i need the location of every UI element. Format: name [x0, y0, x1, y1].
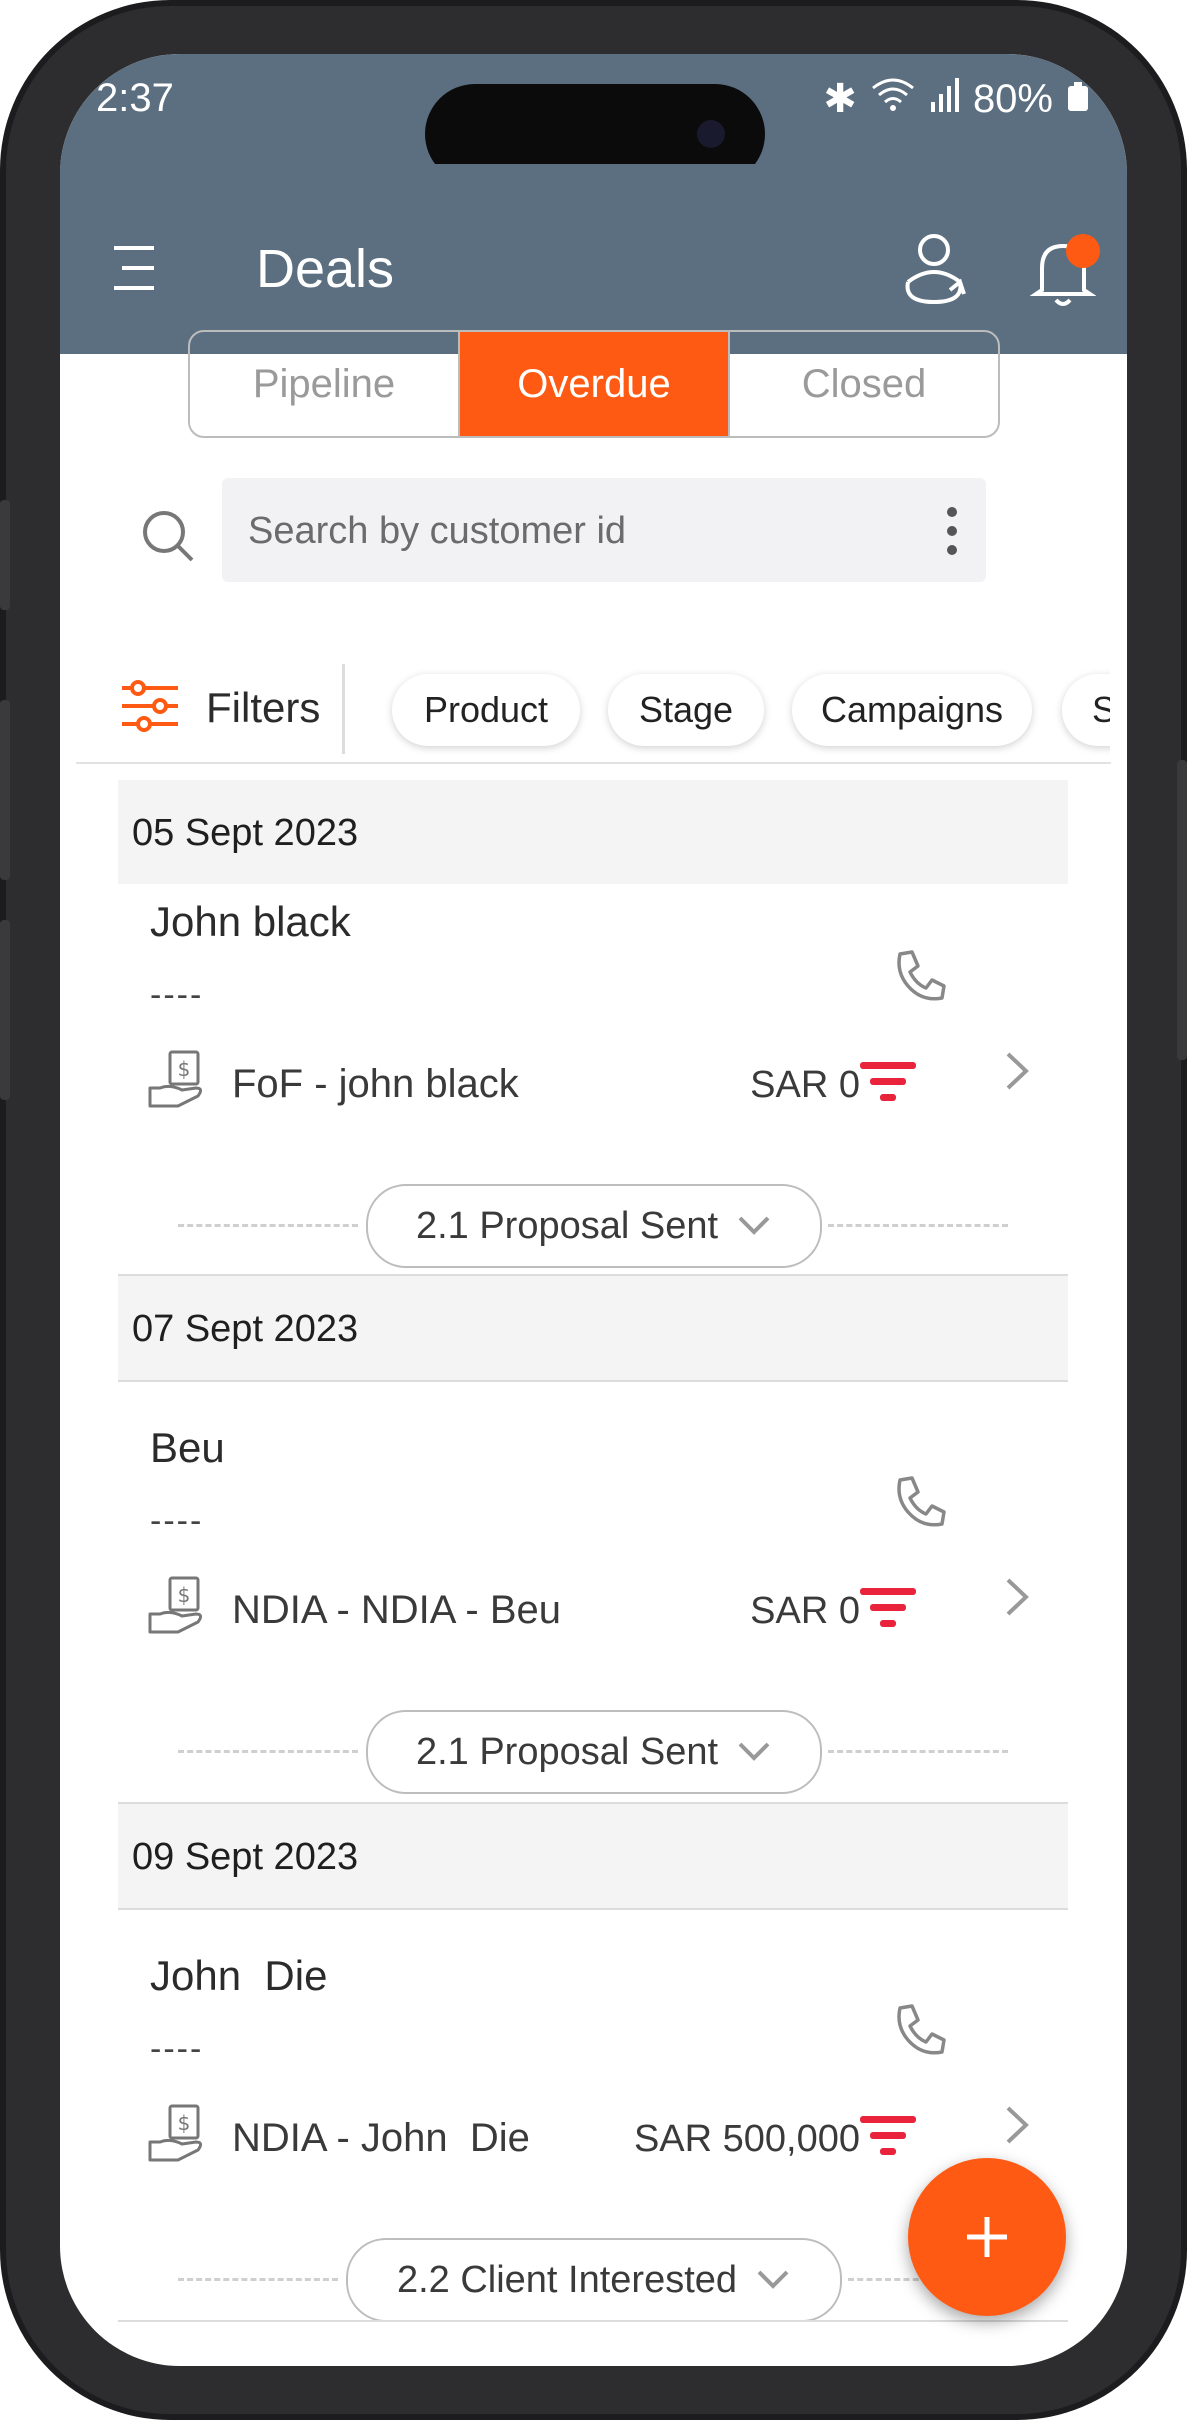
dashed-line [178, 1750, 358, 1753]
customer-name: John Die [150, 1952, 328, 1999]
deal-name: FoF - john black [232, 1062, 519, 1106]
stage-dropdown[interactable]: 2.2 Client Interested [346, 2238, 842, 2322]
signal-icon [929, 77, 959, 122]
deal-name: NDIA - John Die [232, 2116, 530, 2160]
chevron-right-icon[interactable] [1000, 2102, 1034, 2148]
side-button [0, 500, 10, 610]
chip-stage[interactable]: Stage [608, 674, 764, 746]
date-header: 05 Sept 2023 [118, 780, 1068, 884]
chevron-down-icon [738, 1742, 770, 1761]
money-hand-icon: $ [148, 2104, 203, 2162]
stage-row: 2.1 Proposal Sent [118, 1710, 1068, 1794]
camera-icon [697, 120, 725, 148]
dashed-line [848, 2278, 928, 2281]
date-text: 07 Sept 2023 [132, 1308, 359, 1350]
chevron-right-icon[interactable] [1000, 1574, 1034, 1620]
filters-icon[interactable] [120, 680, 180, 732]
side-button [0, 920, 10, 1100]
status-time: 2:37 [96, 76, 174, 120]
tab-pipeline[interactable]: Pipeline [190, 332, 460, 436]
deal-card[interactable]: 07 Sept 2023 Beu ---- $ NDIA - NDIA - Be… [118, 1274, 1068, 1794]
phone-icon[interactable] [892, 948, 948, 1004]
date-text: 05 Sept 2023 [132, 812, 359, 854]
svg-text:$: $ [178, 1057, 191, 1081]
date-header: 09 Sept 2023 [118, 1802, 1068, 1910]
deal-amount: SAR 500,000 [633, 2118, 860, 2160]
customer-subtitle: ---- [150, 2030, 204, 2068]
svg-text:$: $ [178, 2111, 191, 2135]
chevron-down-icon [738, 1216, 770, 1235]
battery-level: 80% [972, 76, 1053, 121]
phone-icon[interactable] [892, 1474, 948, 1530]
money-hand-icon: $ [148, 1050, 203, 1108]
money-hand-icon: $ [148, 1576, 203, 1634]
dashed-line [828, 1750, 1008, 1753]
chip-more[interactable]: S [1062, 674, 1110, 746]
plus-icon [967, 2217, 1007, 2257]
user-sync-icon[interactable] [898, 232, 970, 308]
app-bar: Deals [60, 164, 1127, 354]
chevron-down-icon [757, 2270, 789, 2289]
priority-icon [860, 1062, 916, 1101]
filters-row: Filters Product Stage Campaigns S [120, 644, 1127, 770]
svg-text:$: $ [178, 1583, 191, 1607]
search-input[interactable] [246, 478, 900, 584]
dashed-line [178, 1224, 358, 1227]
menu-icon[interactable] [106, 240, 162, 296]
battery-icon [1067, 77, 1089, 122]
deal-name: NDIA - NDIA - Beu [232, 1588, 561, 1632]
dashed-line [828, 1224, 1008, 1227]
search-box [222, 478, 986, 584]
list-divider [118, 2320, 1068, 2322]
stage-dropdown[interactable]: 2.1 Proposal Sent [366, 1710, 822, 1794]
status-icons: ✱ 80% [823, 76, 1089, 122]
stage-row: 2.1 Proposal Sent [118, 1184, 1068, 1268]
customer-name: John black [150, 898, 351, 945]
date-text: 09 Sept 2023 [132, 1836, 359, 1878]
phone-screen: 2:37 ✱ 80% Deals Pipeline Overdue Closed… [60, 54, 1127, 2366]
page-title: Deals [256, 239, 395, 299]
dashed-line [178, 2278, 338, 2281]
stage-label: 2.1 Proposal Sent [415, 1730, 719, 1773]
chevron-right-icon[interactable] [1000, 1048, 1034, 1094]
chip-product[interactable]: Product [392, 674, 580, 746]
stage-label: 2.2 Client Interested [396, 2258, 738, 2301]
filter-chips: Product Stage Campaigns S [376, 644, 1110, 770]
more-vertical-icon[interactable] [944, 506, 960, 556]
filters-label[interactable]: Filters [206, 684, 320, 732]
deal-amount: SAR 0 [750, 1064, 860, 1106]
tab-overdue[interactable]: Overdue [460, 332, 730, 436]
customer-subtitle: ---- [150, 1502, 204, 1540]
wifi-icon [871, 76, 915, 122]
chip-campaigns[interactable]: Campaigns [792, 674, 1032, 746]
customer-subtitle: ---- [150, 976, 204, 1014]
add-deal-button[interactable] [908, 2158, 1066, 2316]
deal-status-tabs: Pipeline Overdue Closed [188, 330, 1000, 438]
phone-icon[interactable] [892, 2002, 948, 2058]
side-button [0, 700, 10, 880]
notification-badge [1066, 234, 1100, 268]
bluetooth-icon: ✱ [823, 77, 857, 121]
list-divider [76, 762, 1111, 764]
side-button [1177, 760, 1187, 1060]
deal-card[interactable]: 05 Sept 2023 John black ---- $ FoF - joh… [118, 780, 1068, 1268]
stage-dropdown[interactable]: 2.1 Proposal Sent [366, 1184, 822, 1268]
search-icon [143, 511, 194, 562]
tab-closed[interactable]: Closed [730, 332, 998, 436]
priority-icon [860, 1588, 916, 1627]
date-header: 07 Sept 2023 [118, 1274, 1068, 1382]
filters-divider [342, 664, 345, 754]
priority-icon [860, 2116, 916, 2155]
customer-name: Beu [150, 1424, 225, 1471]
stage-label: 2.1 Proposal Sent [415, 1204, 719, 1247]
device-frame: 2:37 ✱ 80% Deals Pipeline Overdue Closed… [0, 0, 1187, 2420]
deal-amount: SAR 0 [750, 1590, 860, 1632]
